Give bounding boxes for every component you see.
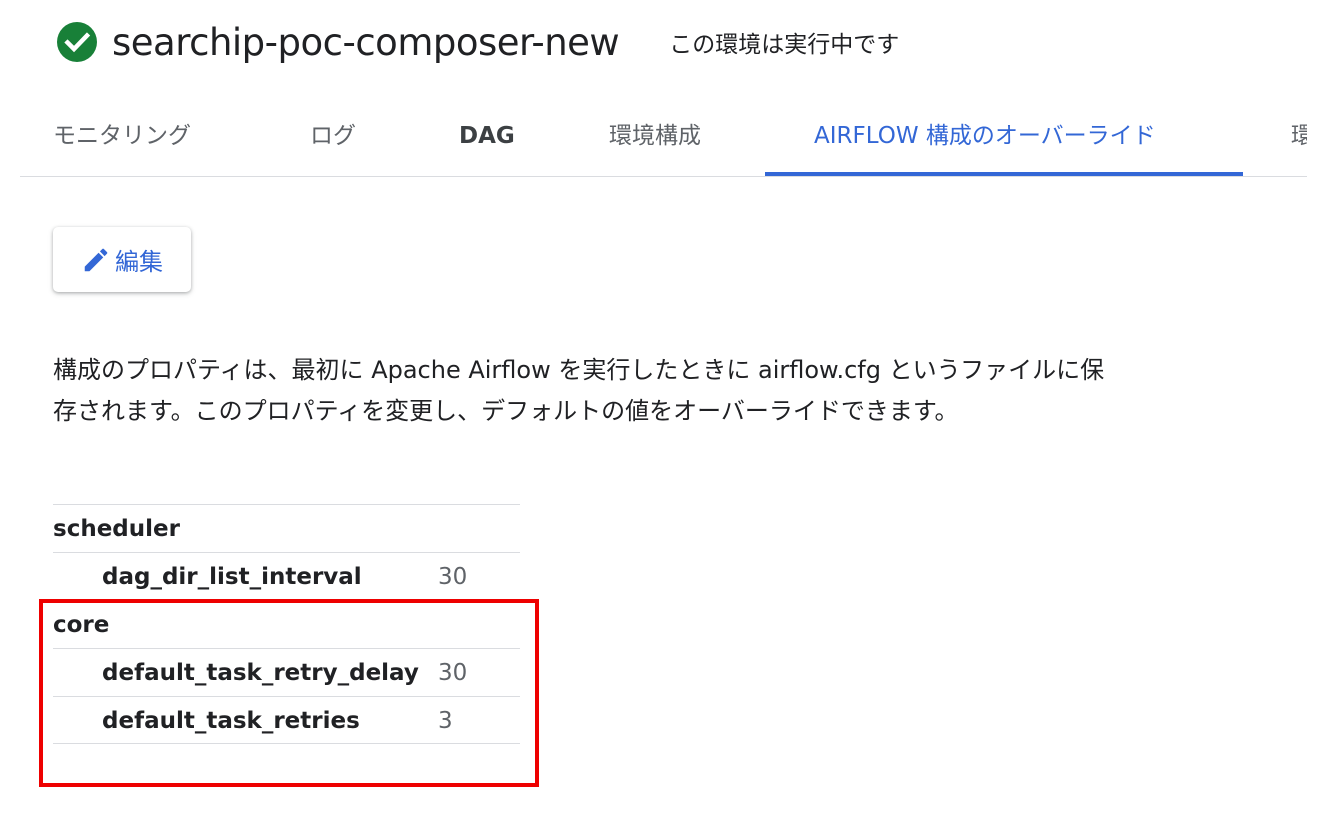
tab-dag[interactable]: DAG xyxy=(459,96,515,176)
page: searchip-poc-composer-new この環境は実行中です モニタ… xyxy=(0,0,1330,836)
tab-monitoring[interactable]: モニタリング xyxy=(53,96,191,176)
property-key: dag_dir_list_interval xyxy=(102,564,362,590)
tab-environment-variables[interactable]: 環 xyxy=(1291,96,1307,176)
property-row: default_task_retries 3 xyxy=(53,696,520,744)
environment-status-text: この環境は実行中です xyxy=(669,32,900,58)
check-circle-icon xyxy=(56,21,98,63)
section-row: scheduler xyxy=(53,504,520,552)
section-row: core xyxy=(53,600,520,648)
tab-bar: モニタリング ログ DAG 環境構成 AIRFLOW 構成のオーバーライド 環 xyxy=(20,96,1307,177)
property-value: 30 xyxy=(438,660,468,686)
overrides-table: scheduler dag_dir_list_interval 30 core … xyxy=(53,504,520,744)
environment-name: searchip-poc-composer-new xyxy=(112,20,620,64)
section-name: scheduler xyxy=(53,516,180,542)
property-value: 3 xyxy=(438,708,453,734)
edit-button[interactable]: 編集 xyxy=(53,227,191,292)
active-tab-indicator xyxy=(765,172,1243,176)
config-description: 構成のプロパティは、最初に Apache Airflow を実行したときに ai… xyxy=(53,356,1105,425)
environment-header: searchip-poc-composer-new この環境は実行中です xyxy=(56,18,899,66)
tab-environment-config[interactable]: 環境構成 xyxy=(609,96,701,176)
property-value: 30 xyxy=(438,564,468,590)
pencil-icon xyxy=(81,245,111,275)
property-row: dag_dir_list_interval 30 xyxy=(53,552,520,600)
property-key: default_task_retry_delay xyxy=(102,660,419,686)
property-row: default_task_retry_delay 30 xyxy=(53,648,520,696)
edit-button-label: 編集 xyxy=(115,248,163,276)
property-key: default_task_retries xyxy=(102,708,360,734)
tab-airflow-config-overrides[interactable]: AIRFLOW 構成のオーバーライド xyxy=(814,96,1156,176)
section-name: core xyxy=(53,612,110,638)
tab-logs[interactable]: ログ xyxy=(310,96,356,176)
